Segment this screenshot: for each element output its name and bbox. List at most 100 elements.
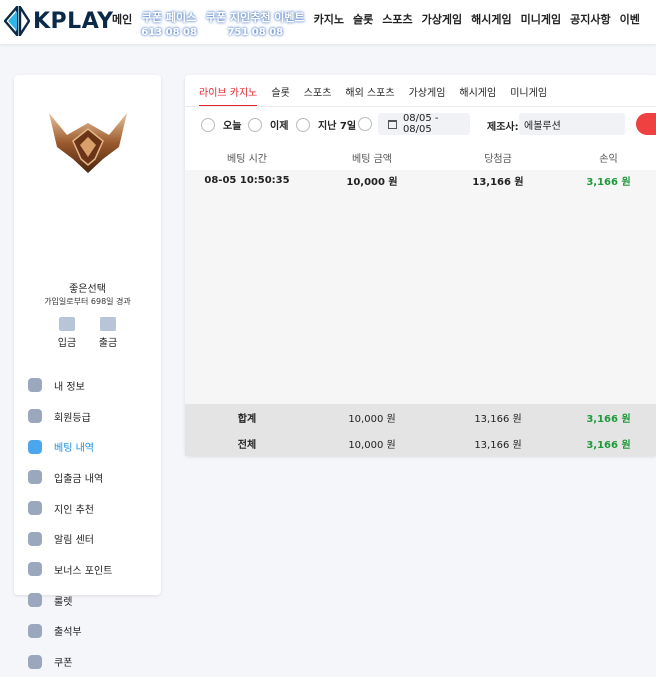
nav-coupon-referral-event[interactable]: 쿠폰 지인추천 이벤트 751 08 08 <box>206 0 305 39</box>
sidebar-item-roulette[interactable]: 룰렛 <box>28 585 158 616</box>
header-bet-amount: 베팅 금액 <box>352 153 392 165</box>
sidebar-item-label: 출석부 <box>54 627 82 639</box>
total-win: 13,166 원 <box>474 439 522 451</box>
sidebar-item-label: 알림 센터 <box>54 535 94 547</box>
sidebar-item-betting-history[interactable]: 베팅 내역 <box>28 431 158 462</box>
calendar-icon <box>28 623 42 638</box>
nav-mini-games[interactable]: 미니게임 <box>521 0 561 26</box>
total-profit: 3,166 원 <box>586 439 631 451</box>
withdraw-label: 출금 <box>98 338 118 349</box>
sidebar-item-label: 베팅 내역 <box>54 443 94 455</box>
shield-icon <box>28 409 42 424</box>
sidebar-item-my-info[interactable]: 내 정보 <box>28 370 158 401</box>
withdraw-icon <box>100 317 116 331</box>
subtotal-profit: 3,166 원 <box>586 413 631 425</box>
chat-icon <box>28 531 42 546</box>
radio-circle <box>248 117 262 132</box>
sidebar-item-label: 회원등급 <box>54 412 91 424</box>
vendor-input[interactable] <box>519 113 625 135</box>
nav-notice[interactable]: 공지사항 <box>570 0 610 26</box>
sidebar-item-label: 쿠폰 <box>54 658 73 670</box>
cell-bet-amount: 10,000 원 <box>346 176 398 188</box>
nav-slot[interactable]: 슬롯 <box>353 0 373 26</box>
sidebar-item-coupon[interactable]: 쿠폰 <box>28 646 158 677</box>
table-row: 08-05 10:50:35 10,000 원 13,166 원 3,166 원 <box>185 170 656 190</box>
sidebar-item-membership-level[interactable]: 회원등급 <box>28 401 158 432</box>
search-button[interactable] <box>636 113 656 135</box>
filter-yesterday-radio[interactable]: 이제 <box>248 117 288 132</box>
radio-circle <box>201 117 215 132</box>
rank-emblem-icon <box>49 113 127 173</box>
tab-hash-games[interactable]: 해시게임 <box>459 75 496 105</box>
nav-main[interactable]: 메인 <box>112 0 132 26</box>
heart-icon <box>28 501 42 516</box>
logo-mark-icon <box>4 6 30 36</box>
nav-coupon-face-sub: 613 08 08 <box>141 27 197 38</box>
filter-bar: 오늘 이제 지난 7일 08/05 - 08/05 제조사: <box>185 113 656 139</box>
sidebar-item-label: 지인 추천 <box>54 504 94 516</box>
filter-last7-radio[interactable]: 지난 7일 <box>296 117 356 132</box>
nav-event[interactable]: 이벤 <box>620 0 640 26</box>
sidebar-item-transactions[interactable]: 입출금 내역 <box>28 462 158 493</box>
coupon-icon <box>28 654 42 669</box>
nav-coupon-face[interactable]: 쿠폰 페이스 613 08 08 <box>141 0 197 39</box>
total-label: 전체 <box>237 439 257 451</box>
tabs-divider <box>185 106 656 107</box>
sidebar-item-label: 입출금 내역 <box>54 473 104 485</box>
logo-text: KPLAY <box>33 8 114 34</box>
date-range-value: 08/05 - 08/05 <box>402 113 439 135</box>
subtotal-win: 13,166 원 <box>474 413 522 425</box>
sidebar: 좋은선택 가입일로부터 698일 경과 입금 출금 내 정보 회원등급 베팅 내… <box>14 75 161 669</box>
sidebar-item-bonus-points[interactable]: 보너스 포인트 <box>28 554 158 585</box>
radio-circle <box>358 117 372 131</box>
filter-last7-label: 지난 7일 <box>318 121 357 132</box>
logo[interactable]: KPLAY <box>4 6 114 36</box>
nav-coupon-referral-sub: 751 08 08 <box>227 27 284 38</box>
deposit-button[interactable]: 입금 <box>52 317 82 349</box>
radio-circle <box>296 117 310 132</box>
nav-coupon-referral-label: 쿠폰 지인추천 이벤트 <box>205 11 305 24</box>
betting-icon <box>28 439 42 454</box>
total-bet: 10,000 원 <box>348 439 396 451</box>
cell-profit-loss: 3,166 원 <box>586 176 631 188</box>
sidebar-item-label: 내 정보 <box>54 381 85 393</box>
filter-yesterday-label: 이제 <box>270 121 289 132</box>
deposit-icon <box>59 317 75 331</box>
coin-icon <box>28 562 42 577</box>
tab-live-casino[interactable]: 라이브 카지노 <box>199 75 258 107</box>
nav-casino[interactable]: 카지노 <box>314 0 344 26</box>
vendor-label: 제조사: <box>487 122 519 133</box>
withdraw-button[interactable]: 출금 <box>93 317 123 349</box>
deposit-label: 입금 <box>57 338 77 349</box>
sidebar-item-referral[interactable]: 지인 추천 <box>28 493 158 524</box>
main-nav: 메인 쿠폰 페이스 613 08 08 쿠폰 지인추천 이벤트 751 08 0… <box>112 0 649 44</box>
betting-history-panel: 라이브 카지노 슬롯 스포츠 해외 스포츠 가상게임 해시게임 미니게임 오늘 … <box>185 75 656 456</box>
filter-custom-radio[interactable] <box>358 117 380 131</box>
sidebar-item-label: 보너스 포인트 <box>54 565 113 577</box>
tab-overseas-sports[interactable]: 해외 스포츠 <box>345 75 394 105</box>
nav-sports[interactable]: 스포츠 <box>382 0 412 26</box>
sidebar-item-attendance[interactable]: 출석부 <box>28 616 158 647</box>
calendar-icon <box>388 119 397 129</box>
tab-sports[interactable]: 스포츠 <box>304 75 332 105</box>
sidebar-menu: 내 정보 회원등급 베팅 내역 입출금 내역 지인 추천 알림 센터 보너스 포… <box>28 370 158 677</box>
table-body: 08-05 10:50:35 10,000 원 13,166 원 3,166 원 <box>185 170 656 404</box>
tab-mini-games[interactable]: 미니게임 <box>510 75 547 105</box>
wallet-icon <box>28 470 42 485</box>
tab-slot[interactable]: 슬롯 <box>271 75 289 105</box>
tab-virtual-games[interactable]: 가상게임 <box>409 75 446 105</box>
game-tabs: 라이브 카지노 슬롯 스포츠 해외 스포츠 가상게임 해시게임 미니게임 <box>199 75 561 107</box>
header-winnings: 당첨금 <box>484 153 512 165</box>
date-range-picker[interactable]: 08/05 - 08/05 <box>378 113 470 135</box>
sidebar-item-notifications[interactable]: 알림 센터 <box>28 523 158 554</box>
cell-bet-time: 08-05 10:50:35 <box>204 174 290 186</box>
member-since: 가입일로부터 698일 경과 <box>44 297 131 306</box>
roulette-icon <box>28 593 42 608</box>
filter-today-label: 오늘 <box>223 121 242 132</box>
nav-virtual-games[interactable]: 가상게임 <box>422 0 462 26</box>
user-icon <box>28 378 42 393</box>
table-summary: 합계 10,000 원 13,166 원 3,166 원 전체 10,000 원… <box>185 404 656 456</box>
filter-today-radio[interactable]: 오늘 <box>201 117 241 132</box>
header-profit-loss: 손익 <box>599 153 618 165</box>
nav-hash-games[interactable]: 해시게임 <box>471 0 511 26</box>
